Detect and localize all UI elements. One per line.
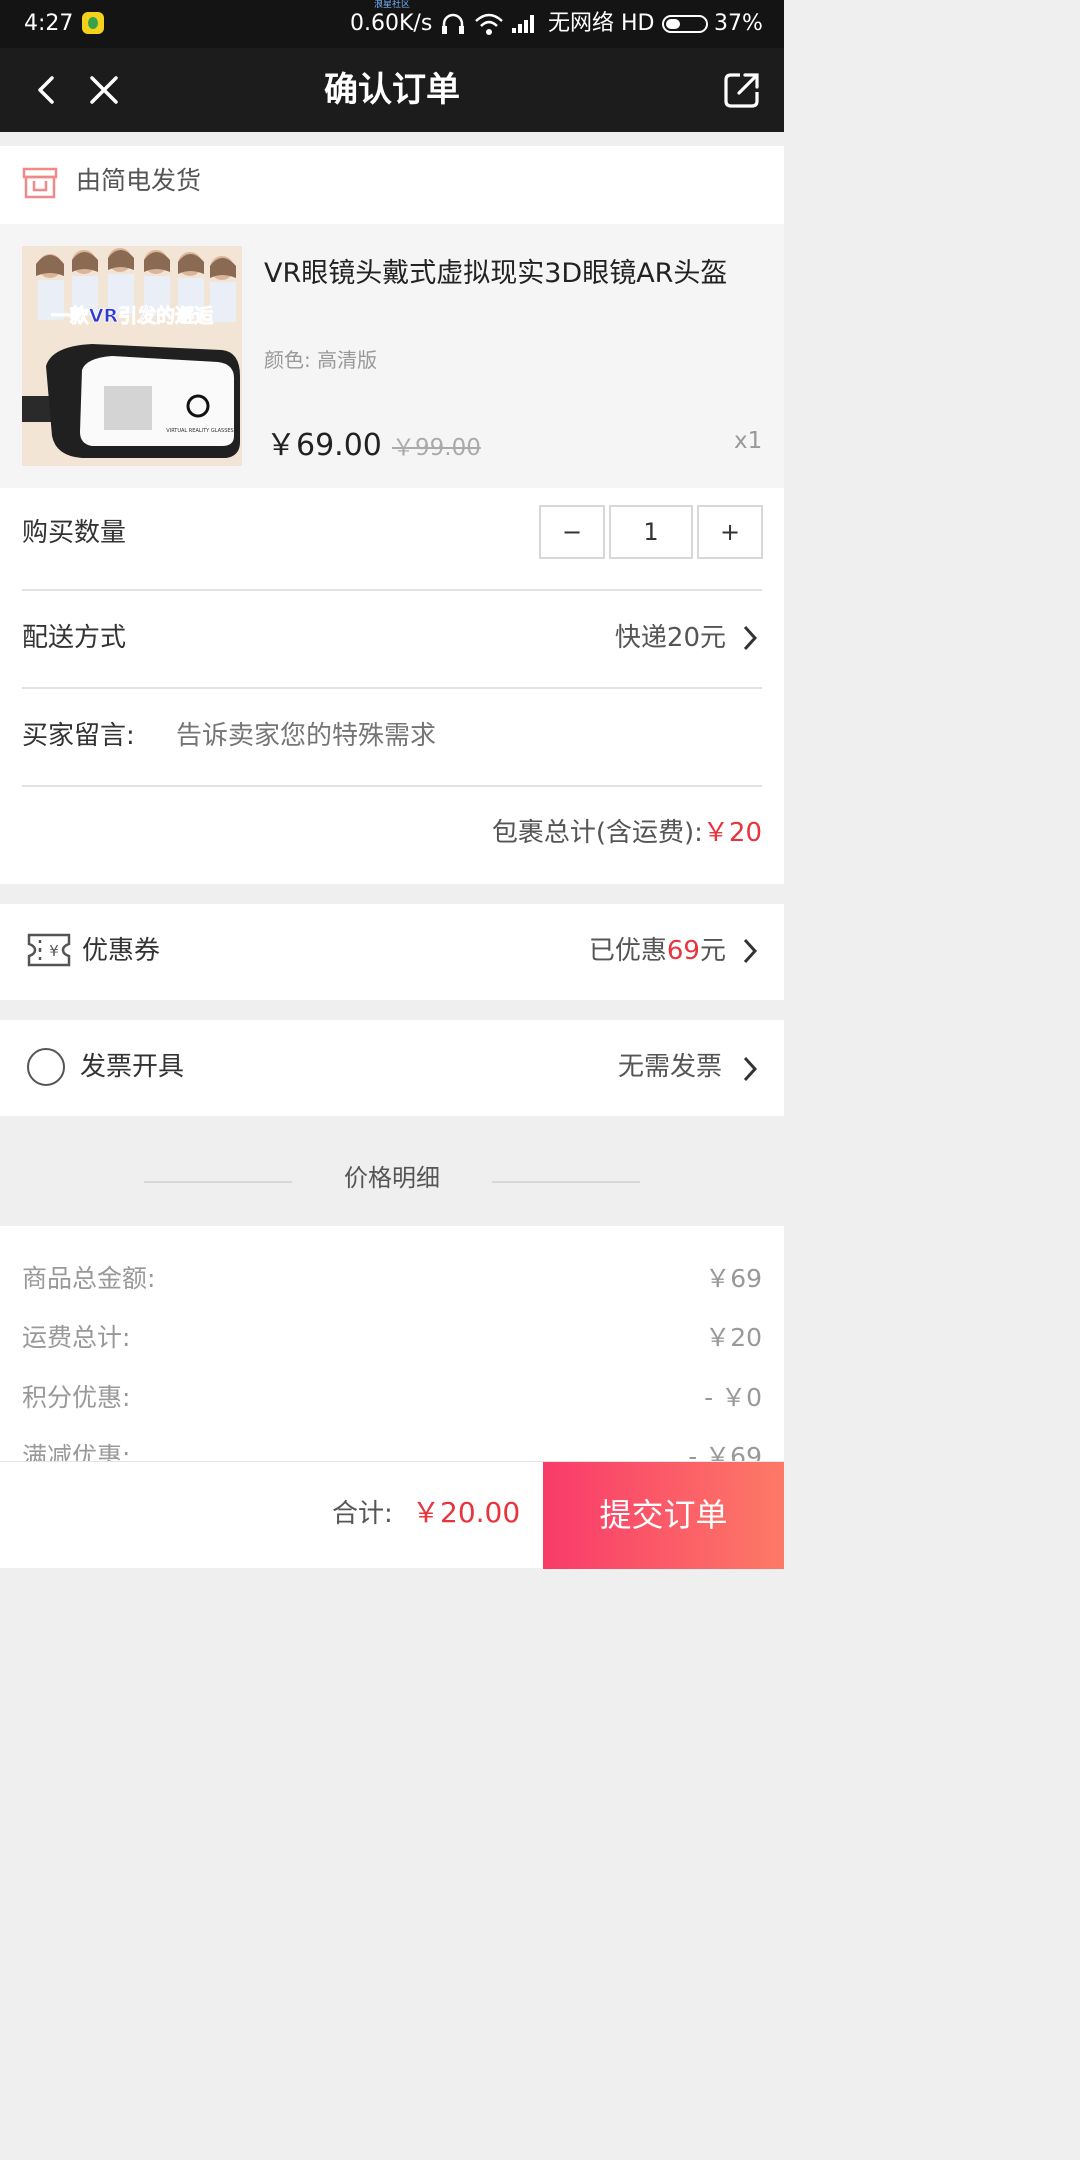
coupon-icon: ¥ [27,933,71,967]
product-variant: 颜色: 高清版 [264,348,378,372]
package-total: 包裹总计(含运费):￥20 [492,816,762,850]
detail-value: ￥20 [705,1323,762,1352]
status-tiny-label: 浪星社区 [374,0,411,10]
detail-label: 运费总计: [22,1323,131,1352]
coupon-prefix: 已优惠 [588,936,667,966]
invoice-radio[interactable] [27,1048,65,1086]
submit-order-button[interactable]: 提交订单 [543,1462,784,1569]
chevron-right-icon [743,938,758,964]
quantity-stepper[interactable]: 1 [609,505,693,559]
vr-headset-image: 一款VR引发的邂逅 VIRTUAL REALITY GLASSES [22,246,242,466]
total-value: ￥20.00 [412,1496,521,1529]
detail-label: 商品总金额: [22,1264,156,1293]
page-title: 确认订单 [324,70,460,110]
invoice-label: 发票开具 [80,1052,185,1082]
coupon-value: 已优惠69元 [589,934,726,968]
quantity-decrease-button[interactable]: − [539,505,605,559]
battery-icon [662,15,708,33]
original-price: ￥99.00 [392,435,481,461]
product-image[interactable]: 一款VR引发的邂逅 VIRTUAL REALITY GLASSES [22,246,242,466]
delivery-row[interactable]: 配送方式 快递20元 [0,591,784,687]
status-time: 4:27 [24,11,74,36]
svg-text:¥: ¥ [49,942,59,960]
detail-value: ￥69 [705,1264,762,1293]
invoice-value: 无需发票 [617,1052,722,1082]
invoice-row[interactable]: 发票开具 无需发票 [0,1020,784,1116]
detail-label: 积分优惠: [22,1383,131,1412]
network-speed: 0.60K/s [350,11,433,36]
total-label: 合计: [332,1499,393,1529]
buyer-message-input[interactable] [176,713,756,759]
battery-percent: 37% [714,11,763,36]
image-caption: 一款VR引发的邂逅 [51,304,214,327]
message-label: 买家留言: [22,721,135,751]
divider [22,785,762,787]
product-title: VR眼镜头戴式虚拟现实3D眼镜AR头盔 [264,258,728,289]
seller-label: 由简电发货 [76,166,202,195]
image-small-text: VIRTUAL REALITY GLASSES [166,428,233,434]
divider [492,1181,640,1183]
product-price: ￥69.00 [266,428,382,463]
wifi-icon [475,13,503,35]
message-row: 买家留言: [0,689,784,785]
seller-row: 由简电发货 [0,146,784,224]
delivery-label: 配送方式 [22,623,127,653]
status-bar: 4:27 浪星社区 0.60K/s 无网络 HD 37% [0,0,784,48]
price-detail-header: 价格明细 [344,1164,440,1192]
headphones-icon [442,13,464,34]
quantity-label: 购买数量 [22,518,127,548]
coupon-label: 优惠券 [82,936,161,966]
coupon-amount: 69 [666,936,700,966]
package-total-label: 包裹总计(含运费): [491,818,703,848]
app-notification-icon [82,12,104,34]
chevron-right-icon [743,625,758,651]
delivery-value: 快递20元 [614,623,726,653]
coupon-row[interactable]: ¥ 优惠券 已优惠69元 [0,904,784,1000]
checkout-bar: 合计: ￥20.00 提交订单 [0,1461,784,1569]
title-bar: 确认订单 [0,48,784,132]
package-total-value: ￥20 [702,818,762,848]
signal-icon [512,15,534,33]
detail-value: - ￥0 [704,1383,762,1412]
coupon-suffix: 元 [699,936,726,966]
product-card[interactable]: 一款VR引发的邂逅 VIRTUAL REALITY GLASSES VR眼镜头戴… [0,224,784,488]
product-quantity: x1 [734,428,763,454]
share-icon[interactable] [722,70,762,110]
shop-icon [22,167,58,199]
network-status: 无网络 HD [548,11,655,36]
quantity-increase-button[interactable]: + [697,505,763,559]
chevron-right-icon [743,1056,758,1082]
